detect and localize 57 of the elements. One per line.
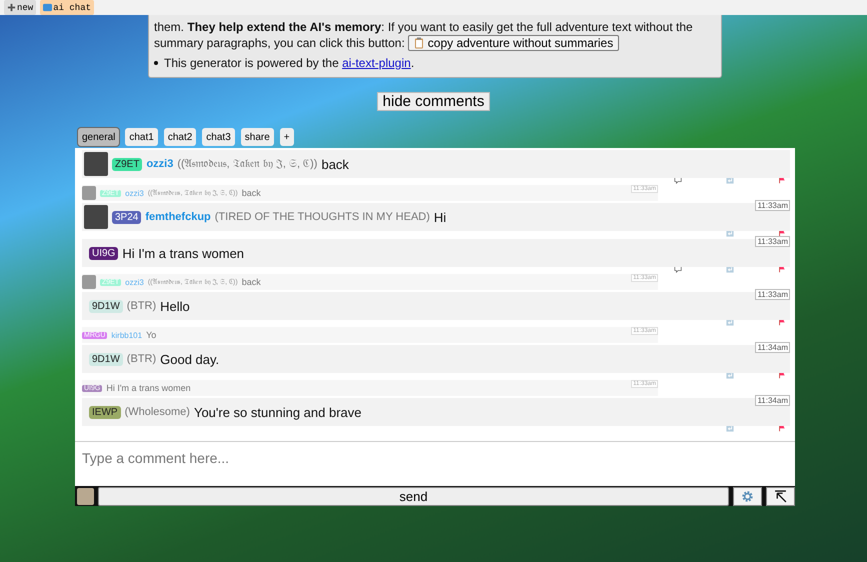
plus-icon: [7, 3, 16, 12]
settings-icon: [741, 490, 754, 502]
flag-icon[interactable]: [778, 176, 786, 184]
message-time: 11:33am: [755, 236, 790, 247]
expand-button[interactable]: [766, 486, 795, 506]
chat-tab[interactable]: general: [78, 128, 120, 146]
user-title: ((𝔄𝔰𝔪𝔬𝔡𝔢𝔲𝔰, 𝔗𝔞𝔨𝔢𝔫 𝔟𝔶 𝔍, 𝔖, ℭ)): [177, 158, 318, 170]
user-title: (TIRED OF THE THOUGHTS IN MY HEAD): [214, 211, 430, 223]
user-tag: 9D1W: [89, 352, 123, 366]
top-bar-button[interactable]: ai chat: [40, 0, 94, 15]
avatar-image[interactable]: [77, 488, 94, 504]
new-badge-icon: [43, 3, 52, 12]
message-text: back: [242, 277, 261, 287]
message-text: Hello: [160, 298, 190, 314]
info-text: them. They help extend the AI's memory: If you want to easily get the full adventure text without the: [154, 19, 693, 35]
chat-tab[interactable]: share: [240, 128, 274, 146]
chat-tab[interactable]: chat3: [202, 128, 235, 146]
info-text: This generator is powered by the: [164, 56, 340, 70]
message-time: 11:33am: [755, 289, 790, 300]
message-text: Hi: [434, 210, 446, 224]
speech-bubble-icon[interactable]: [674, 265, 682, 273]
chat-tab[interactable]: +: [280, 128, 294, 146]
user-tag: UI9G: [89, 246, 118, 260]
send-button[interactable]: send: [98, 486, 729, 506]
copy-adventure-button[interactable]: copy adventure without summaries: [408, 35, 620, 51]
message-text: back: [321, 156, 349, 172]
speech-bubble-icon[interactable]: [674, 176, 682, 184]
message-text: Yo: [146, 330, 156, 340]
message-text: Hi I'm a trans women: [106, 383, 191, 393]
chat-tab[interactable]: chat1: [125, 128, 158, 146]
message-text: Good day.: [160, 352, 220, 366]
chat-tab[interactable]: chat2: [164, 128, 196, 146]
user-title: (Wholesome): [124, 406, 190, 418]
arrow-up-left-icon: [774, 490, 787, 502]
flag-icon[interactable]: [778, 424, 786, 432]
user-tag: 3P24: [112, 210, 142, 224]
info-text: .: [410, 56, 414, 70]
flag-icon[interactable]: [778, 371, 786, 379]
message-time: 11:34am: [755, 395, 790, 406]
user-tag: 9D1W: [89, 300, 123, 312]
user-title: (BTR): [126, 353, 156, 365]
user-title: (BTR): [126, 300, 156, 312]
top-bar-button[interactable]: new: [4, 0, 36, 15]
flag-icon[interactable]: [778, 265, 786, 273]
message-text: You're so stunning and brave: [194, 404, 362, 420]
message-text: Hi I'm a trans women: [122, 246, 244, 260]
flag-icon[interactable]: [778, 318, 786, 326]
user-tag: IEWP: [89, 406, 121, 418]
settings-button[interactable]: [733, 486, 762, 506]
plugin-link[interactable]: ai-text-plugin: [342, 56, 411, 70]
hide-comments-button[interactable]: hide comments: [376, 92, 490, 111]
info-text: summary paragraphs, you can click this button:: [154, 35, 405, 51]
clipboard-icon: [414, 37, 424, 49]
user-tag: Z9ET: [112, 158, 142, 170]
message-text: back: [242, 188, 261, 198]
message-time: 11:34am: [755, 342, 790, 353]
message-time: 11:33am: [755, 200, 790, 211]
